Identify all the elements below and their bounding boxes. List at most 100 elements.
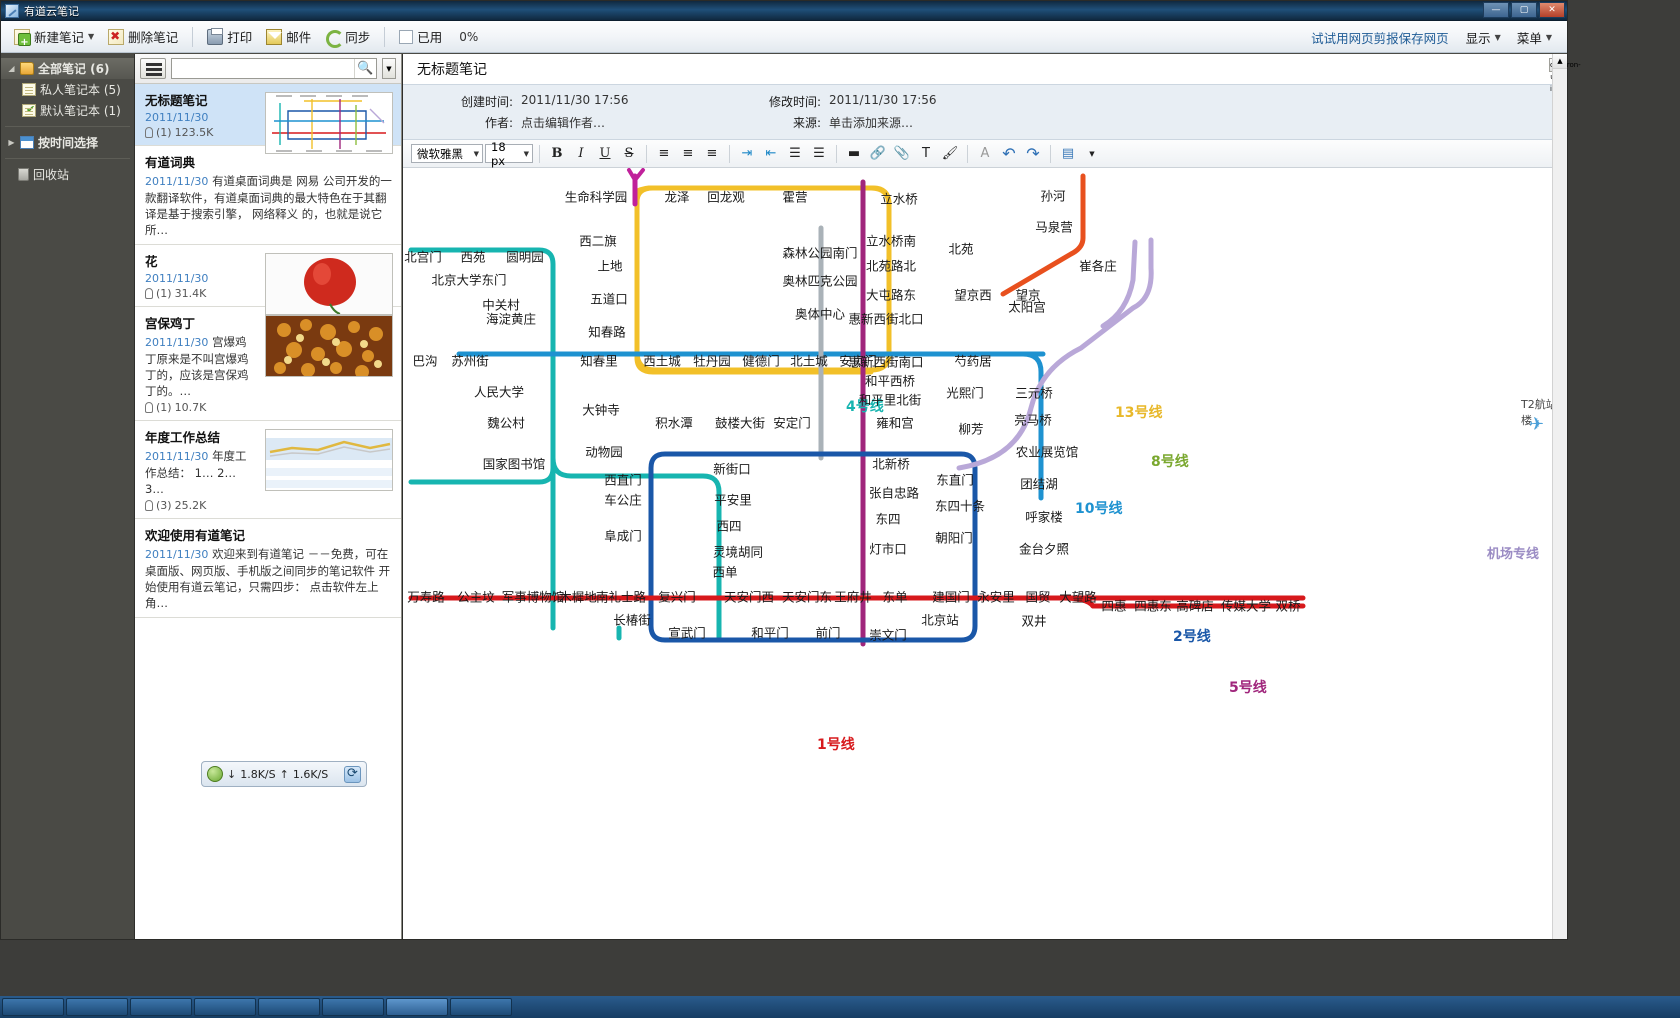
metro-station-label: 太阳宫	[1008, 299, 1046, 315]
font-family-select[interactable]: 微软雅黑 ▼	[411, 144, 483, 163]
list-item[interactable]: 无标题笔记 2011/11/30 (1) 123.5K	[135, 84, 401, 154]
bullet-list-button[interactable]: ☰	[784, 144, 806, 164]
list-item[interactable]: 花 2011/11/30 (1) 31.4K	[135, 245, 401, 315]
align-center-button[interactable]: ≡	[677, 144, 699, 164]
app-window: 有道云笔记 — ▢ ✕ 新建笔记 ▼ 删除笔记 打印 邮件 同步	[0, 0, 1581, 940]
highlight-button[interactable]: 🖌	[939, 144, 961, 164]
taskbar-item[interactable]	[194, 998, 256, 1016]
metro-station-label: 圆明园	[506, 249, 544, 265]
italic-button[interactable]: I	[570, 144, 592, 164]
align-right-button[interactable]: ≡	[701, 144, 723, 164]
indent-increase-button[interactable]: ⇥	[736, 144, 758, 164]
metro-station-label: 立水桥南	[865, 233, 917, 249]
delete-note-button[interactable]: 删除笔记	[101, 24, 185, 49]
expand-triangle-icon[interactable]: ◢	[7, 64, 16, 73]
taskbar-item[interactable]	[258, 998, 320, 1016]
display-menu-button[interactable]: 显示 ▼	[1459, 25, 1508, 50]
source-value[interactable]: 单击添加来源…	[829, 114, 1039, 131]
list-item[interactable]: 欢迎使用有道笔记 2011/11/30 欢迎来到有道笔记 －－免费，可在桌面版、…	[135, 519, 401, 618]
airplane-icon-t2: ✈	[1529, 414, 1545, 435]
sidebar-item-default-notebook[interactable]: 默认笔记本 (1)	[1, 100, 134, 121]
format-divider-6	[1050, 144, 1051, 163]
close-button[interactable]: ✕	[1539, 2, 1565, 18]
search-box[interactable]: 🔍	[171, 58, 377, 79]
list-item[interactable]: 宫保鸡丁 2011/11/30 宫爆鸡丁原来是不叫宫爆鸡丁的，应该是宫保鸡丁的。…	[135, 307, 401, 421]
sidebar-item-private-notebook[interactable]: 私人笔记本 (5)	[1, 79, 134, 100]
list-item[interactable]: 年度工作总结 2011/11/30 年度工作总结： 1… 2… 3… (3) 2…	[135, 421, 401, 519]
indent-decrease-button[interactable]: ⇤	[760, 144, 782, 164]
list-item[interactable]: 有道词典 2011/11/30 有道桌面词典是 网易 公司开发的一款翻译软件，有…	[135, 146, 401, 245]
minimize-button[interactable]: —	[1483, 2, 1509, 18]
note-editor-title[interactable]: 无标题笔记	[403, 54, 1567, 84]
strikethrough-button[interactable]: S	[618, 144, 640, 164]
mail-button[interactable]: 邮件	[259, 24, 318, 49]
search-icon[interactable]: 🔍	[354, 59, 376, 78]
metro-station-label: 北宫门	[404, 249, 442, 265]
scroll-up-button[interactable]: ▲	[1553, 54, 1567, 69]
taskbar-item[interactable]	[130, 998, 192, 1016]
note-list-chevron-down-icon[interactable]: ▼	[382, 58, 396, 79]
metro-station-label: 西土城	[643, 353, 681, 369]
font-size-select[interactable]: 18 px ▼	[485, 140, 533, 168]
metro-station-label: 建国门	[932, 589, 970, 605]
note-check-icon	[22, 103, 36, 117]
editor-scrollbar[interactable]: ▲	[1552, 54, 1567, 939]
taskbar-item-active[interactable]	[386, 998, 448, 1016]
note-list-search-bar: 🔍 ▼	[135, 54, 401, 84]
format-divider-2	[646, 144, 647, 163]
clear-format-button[interactable]: A	[974, 144, 996, 164]
note-content-area[interactable]: 4号线 13号线 8号线 10号线 2号线 5号线 1号线 八通线 机场专线 T…	[403, 168, 1567, 939]
attachment-icon	[145, 402, 153, 413]
main-toolbar: 新建笔记 ▼ 删除笔记 打印 邮件 同步 已用 0% 试试用网页剪报保存网页	[1, 21, 1567, 53]
title-bar: 有道云笔记 — ▢ ✕	[1, 1, 1567, 21]
font-family-value: 微软雅黑	[417, 146, 463, 161]
note-size: 10.7K	[174, 401, 207, 414]
metro-station-label: 北苑路北	[865, 258, 917, 274]
author-value[interactable]: 点击编辑作者…	[521, 114, 731, 131]
sidebar-item-by-time[interactable]: ▶ 按时间选择	[1, 132, 134, 153]
hamburger-icon[interactable]	[140, 58, 166, 79]
menu-button[interactable]: 菜单 ▼	[1510, 25, 1559, 50]
number-list-button[interactable]: ☰	[808, 144, 830, 164]
sidebar-item-all-notes[interactable]: ◢ 全部笔记 (6)	[1, 58, 134, 79]
sync-button[interactable]: 同步	[318, 24, 377, 49]
attach-file-button[interactable]: 📎	[891, 144, 913, 164]
note-meta: (1) 10.7K	[145, 401, 257, 414]
metro-station-label: 农业展览馆	[1015, 444, 1079, 460]
web-clipper-link[interactable]: 试试用网页剪报保存网页	[1303, 24, 1457, 51]
horizontal-rule-button[interactable]: ▬	[843, 144, 865, 164]
format-divider-1	[539, 144, 540, 163]
metro-station-label: 朝阳门	[935, 530, 973, 546]
search-input[interactable]	[172, 59, 354, 78]
metro-station-label: 传媒大学	[1220, 598, 1272, 614]
bold-button[interactable]: B	[546, 144, 568, 164]
sidebar-item-trash[interactable]: 回收站	[1, 164, 134, 185]
more-button[interactable]: ▤	[1057, 144, 1079, 164]
undo-button[interactable]: ↶	[998, 144, 1020, 164]
network-speed-widget[interactable]: ↓ 1.8K/S ↑ 1.6K/S	[201, 761, 367, 787]
toolbar-divider-1	[192, 26, 194, 47]
print-button[interactable]: 打印	[200, 24, 259, 49]
underline-button[interactable]: U	[594, 144, 616, 164]
metro-station-label: 前门	[815, 625, 841, 641]
taskbar-item[interactable]	[66, 998, 128, 1016]
text-color-button[interactable]: T	[915, 144, 937, 164]
taskbar-item[interactable]	[2, 998, 64, 1016]
metro-station-label: 生命科学园	[564, 189, 628, 205]
align-left-button[interactable]: ≡	[653, 144, 675, 164]
storage-icon	[399, 29, 414, 44]
metro-station-label: 双桥	[1275, 598, 1301, 614]
new-note-button[interactable]: 新建笔记 ▼	[7, 24, 101, 49]
refresh-icon[interactable]	[344, 765, 361, 783]
taskbar-item[interactable]	[450, 998, 512, 1016]
more-chevron-down-icon[interactable]: ▼	[1081, 144, 1103, 164]
redo-button[interactable]: ↷	[1022, 144, 1044, 164]
note-thumbnail	[265, 429, 393, 491]
note-date: 2011/11/30	[145, 111, 209, 124]
taskbar-item[interactable]	[322, 998, 384, 1016]
insert-link-button[interactable]: 🔗	[867, 144, 889, 164]
metro-station-label: 南礼士路	[595, 589, 647, 605]
maximize-button[interactable]: ▢	[1511, 2, 1537, 18]
collapse-triangle-icon[interactable]: ▶	[7, 138, 16, 147]
new-note-chevron-down-icon[interactable]: ▼	[88, 32, 94, 41]
